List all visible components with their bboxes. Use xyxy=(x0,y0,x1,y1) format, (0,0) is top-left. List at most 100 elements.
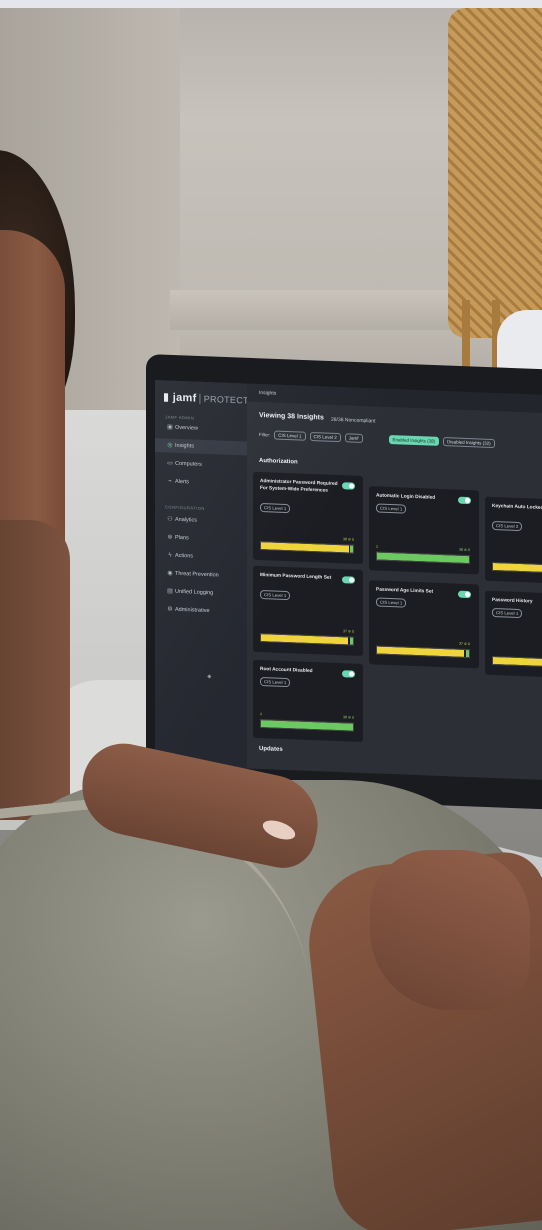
compliance-bar-fill xyxy=(493,656,542,668)
insight-title: Password Age Limits Set xyxy=(376,587,434,595)
compliance-bar xyxy=(492,561,542,575)
compliance-bar-end xyxy=(350,637,353,645)
noncompliant-number: 1 xyxy=(376,544,378,549)
insight-title: Automatic Login Disabled xyxy=(376,493,436,501)
compliance-bar xyxy=(376,551,470,565)
filter-label: Filter: xyxy=(259,431,271,438)
logo-icon: ▮ xyxy=(163,391,170,404)
device-count: 38 ⊘ 0 xyxy=(458,547,470,553)
insight-card[interactable]: Minimum Password Length Set CIS Level 1 37… xyxy=(253,565,363,656)
noncompliant-number: 1 xyxy=(260,712,262,717)
sidebar-item-label: Administrative xyxy=(175,606,210,615)
device-count: 37 ⊘ 0 xyxy=(342,629,354,634)
filter-chip[interactable]: CIS Level 1 xyxy=(274,430,306,441)
device-count: 38 ⊘ 0 xyxy=(342,537,354,542)
app-logo[interactable]: ▮ jamf | PROTECT xyxy=(163,390,249,406)
compliance-bar xyxy=(260,541,354,554)
noncompliant-count: 28/38 Noncompliant xyxy=(331,416,376,425)
person-shoulder xyxy=(0,520,70,820)
sidebar-item-threat-prevention[interactable]: ◉ Threat Prevention xyxy=(155,566,247,584)
sidebar-item-overview[interactable]: ▣ Overview xyxy=(155,420,247,438)
compliance-bar-end xyxy=(350,723,353,731)
laptop-screen: ▮ jamf | PROTECT JAMF ADMIN ▣ Overview ◎ Insi… xyxy=(155,380,542,781)
insight-title: Minimum Password Length Set xyxy=(260,573,332,581)
sidebar-item-plans[interactable]: ⊛ Plans xyxy=(155,530,247,548)
compliance-bar xyxy=(260,719,354,732)
filter-row: Filter: CIS Level 1 CIS Level 2 Jamf Ena… xyxy=(259,430,495,449)
insight-enabled-toggle[interactable] xyxy=(458,496,471,505)
sidebar-item-label: Analytics xyxy=(175,516,198,524)
cis-level-tag: CIS Level 1 xyxy=(492,607,523,619)
logging-icon: ▤ xyxy=(167,588,173,595)
sidebar-item-actions[interactable]: ϟ Actions xyxy=(155,548,247,566)
insight-card[interactable]: Password History CIS Level 1 xyxy=(485,590,542,679)
photo-scene: ▮ jamf | PROTECT JAMF ADMIN ▣ Overview ◎ Insi… xyxy=(0,0,542,1230)
admin-icon: ⚙ xyxy=(167,606,173,613)
compliance-bar-fill xyxy=(261,634,349,645)
sidebar-item-alerts[interactable]: ⌁ Alerts xyxy=(155,474,247,492)
mouse-pointer-icon: ⌖ xyxy=(207,671,212,682)
insight-enabled-toggle[interactable] xyxy=(342,576,355,584)
insight-title: Administrator Password Required For Syst… xyxy=(260,479,338,494)
compliance-bar-end xyxy=(466,555,469,564)
section-heading: Authorization xyxy=(259,457,298,466)
page-title: Insights xyxy=(259,389,277,397)
sidebar-item-label: Threat Prevention xyxy=(175,570,219,579)
computer-icon: ▭ xyxy=(167,460,173,467)
sidebar-item-analytics[interactable]: ⚇ Analytics xyxy=(155,512,247,530)
insight-enabled-toggle[interactable] xyxy=(458,590,471,599)
compliance-bar-fill xyxy=(493,562,542,574)
sidebar-item-label: Insights xyxy=(175,442,194,450)
cis-level-tag: CIS Level 1 xyxy=(376,597,407,608)
insight-card[interactable]: Keychain Auto Locked For Ina CIS Level 2 xyxy=(485,496,542,585)
logo-brand: jamf xyxy=(172,391,197,405)
insight-card[interactable]: Administrator Password Required For Syst… xyxy=(253,471,363,564)
insight-enabled-toggle[interactable] xyxy=(342,482,355,490)
filter-chip[interactable]: Jamf xyxy=(344,433,363,443)
main-content: Insights Viewing 38 Insights 28/38 Nonco… xyxy=(247,383,542,781)
cis-level-tag: CIS Level 1 xyxy=(376,503,407,514)
insight-card[interactable]: Automatic Login Disabled CIS Level 1 1 38 ⊘… xyxy=(369,486,479,575)
alert-icon: ⌁ xyxy=(168,478,172,485)
tab-disabled-insights[interactable]: Disabled Insights (32) xyxy=(443,437,495,449)
sidebar-item-unified-logging[interactable]: ▤ Unified Logging xyxy=(155,584,247,602)
filter-chip[interactable]: CIS Level 2 xyxy=(309,431,341,443)
cis-level-tag: CIS Level 1 xyxy=(260,677,291,688)
actions-icon: ϟ xyxy=(168,552,172,559)
sidebar-item-label: Unified Logging xyxy=(175,588,214,597)
compliance-bar xyxy=(492,655,542,669)
sidebar: ▮ jamf | PROTECT JAMF ADMIN ▣ Overview ◎ Insi… xyxy=(155,380,249,769)
sidebar-item-insights[interactable]: ◎ Insights xyxy=(155,438,247,456)
insight-card[interactable]: Root Account Disabled CIS Level 1 1 38 ⊘ 0 xyxy=(253,659,363,742)
sidebar-item-computers[interactable]: ▭ Computers xyxy=(155,456,247,474)
overview-icon: ▣ xyxy=(167,424,173,431)
section-heading: Updates xyxy=(259,745,283,753)
cis-level-tag: CIS Level 1 xyxy=(260,590,291,601)
insight-card[interactable]: Password Age Limits Set CIS Level 1 37 ⊘ 0 xyxy=(369,580,479,669)
insight-title: Keychain Auto Locked For Ina xyxy=(492,503,542,512)
person-right-hand xyxy=(370,850,530,1010)
sidebar-item-label: Overview xyxy=(175,424,198,432)
sidebar-item-label: Computers xyxy=(175,460,202,468)
compliance-bar-end xyxy=(350,545,353,553)
insights-icon: ◎ xyxy=(167,442,173,449)
insight-title: Password History xyxy=(492,597,533,605)
analytics-icon: ⚇ xyxy=(167,516,173,523)
threat-icon: ◉ xyxy=(167,570,173,577)
tab-enabled-insights[interactable]: Enabled Insights (38) xyxy=(388,434,440,446)
sidebar-section-label: CONFIGURATION xyxy=(165,504,205,511)
sidebar-item-administrative[interactable]: ⚙ Administrative xyxy=(155,602,247,620)
sidebar-item-label: Actions xyxy=(175,552,194,560)
compliance-bar-fill xyxy=(261,542,350,553)
compliance-bar-fill xyxy=(377,646,465,657)
device-count: 38 ⊘ 0 xyxy=(342,715,354,720)
compliance-bar xyxy=(376,645,470,659)
sidebar-item-label: Plans xyxy=(175,534,189,542)
compliance-bar xyxy=(260,633,354,646)
plans-icon: ⊛ xyxy=(167,534,173,541)
insight-enabled-toggle[interactable] xyxy=(342,670,355,678)
cis-level-tag: CIS Level 2 xyxy=(492,520,523,532)
compliance-bar-end xyxy=(466,649,469,658)
wicker-lamp xyxy=(448,8,542,338)
compliance-bar-fill xyxy=(377,552,467,563)
